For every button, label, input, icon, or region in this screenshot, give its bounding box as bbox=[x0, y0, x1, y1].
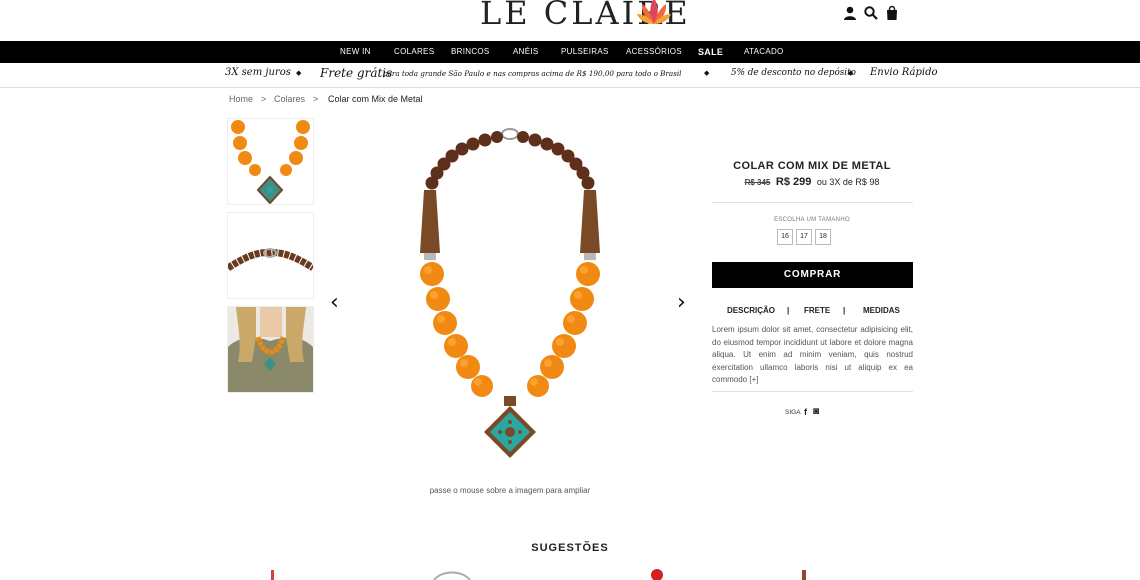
size-option-17[interactable]: 17 bbox=[796, 229, 812, 245]
price-block: R$ 345 R$ 299 ou 3X de R$ 98 bbox=[712, 176, 912, 188]
tab-descricao[interactable]: DESCRIÇÃO bbox=[727, 306, 775, 315]
breadcrumb-category[interactable]: Colares bbox=[274, 94, 305, 104]
size-label: ESCOLHA UM TAMANHO bbox=[774, 217, 850, 223]
nav-item-acessorios[interactable]: ACESSÓRIOS bbox=[626, 41, 682, 63]
promo-bar: 3X sem juros ◆ Frete grátis para toda gr… bbox=[0, 63, 1140, 88]
breadcrumb-separator: > bbox=[313, 94, 319, 104]
gallery-next-arrow[interactable]: › bbox=[677, 290, 686, 315]
promo-separator: ◆ bbox=[296, 70, 302, 77]
size-option-16[interactable]: 16 bbox=[777, 229, 793, 245]
instagram-icon[interactable]: ◙ bbox=[813, 406, 819, 417]
promo-shipping-title: Frete grátis bbox=[320, 66, 393, 80]
nav-item-atacado[interactable]: ATACADO bbox=[744, 41, 784, 63]
clasp-thumbnail-image bbox=[228, 248, 313, 271]
promo-fast-shipping: Envio Rápido bbox=[870, 67, 938, 78]
tab-medidas[interactable]: MEDIDAS bbox=[863, 306, 900, 315]
breadcrumb-current: Colar com Mix de Metal bbox=[328, 94, 423, 104]
tab-frete[interactable]: FRETE bbox=[804, 306, 830, 315]
suggestions-title: SUGESTÕES bbox=[531, 542, 609, 554]
promo-separator: ◆ bbox=[704, 70, 710, 77]
model-thumbnail-image bbox=[228, 307, 313, 392]
nav-item-brincos[interactable]: BRINCOS bbox=[451, 41, 490, 63]
gallery-prev-arrow[interactable]: ‹ bbox=[330, 290, 339, 315]
divider bbox=[712, 391, 913, 392]
product-title: COLAR COM MIX DE METAL bbox=[733, 160, 891, 172]
suggestion-product-4[interactable] bbox=[798, 568, 810, 580]
promo-shipping-detail: para toda grande São Paulo e nas compras… bbox=[383, 69, 682, 78]
suggestion-product-2[interactable] bbox=[432, 568, 472, 580]
nav-item-aneis[interactable]: ANÉIS bbox=[513, 41, 539, 63]
buy-button[interactable]: COMPRAR bbox=[712, 262, 913, 288]
breadcrumb-home[interactable]: Home bbox=[229, 94, 253, 104]
thumbnail-2[interactable] bbox=[227, 212, 314, 299]
nav-item-sale[interactable]: SALE bbox=[698, 41, 723, 63]
thumbnail-1[interactable] bbox=[227, 118, 314, 205]
product-description: Lorem ipsum dolor sit amet, consectetur … bbox=[712, 325, 913, 384]
bag-icon[interactable] bbox=[884, 5, 900, 21]
user-icon[interactable] bbox=[842, 5, 858, 21]
nav-item-colares[interactable]: COLARES bbox=[394, 41, 434, 63]
size-option-18[interactable]: 18 bbox=[815, 229, 831, 245]
tab-separator: | bbox=[787, 306, 790, 315]
old-price: R$ 345 bbox=[744, 178, 771, 187]
main-nav: NEW IN COLARES BRINCOS ANÉIS PULSEIRAS A… bbox=[0, 41, 1140, 63]
product-main-image[interactable] bbox=[370, 118, 650, 478]
tab-separator: | bbox=[843, 306, 846, 315]
zoom-hint: passe o mouse sobre a imagem para amplia… bbox=[429, 486, 591, 495]
suggestion-product-1[interactable] bbox=[266, 568, 280, 580]
nav-item-new-in[interactable]: NEW IN bbox=[340, 41, 371, 63]
lotus-logo-icon bbox=[637, 0, 671, 24]
divider bbox=[712, 202, 913, 203]
promo-installments: 3X sem juros bbox=[225, 67, 291, 78]
breadcrumb-separator: > bbox=[261, 94, 267, 104]
thumbnail-3[interactable] bbox=[227, 306, 314, 393]
current-price: R$ 299 bbox=[775, 176, 812, 188]
suggestion-product-3[interactable] bbox=[646, 567, 668, 580]
search-icon[interactable] bbox=[863, 5, 879, 21]
promo-separator: ◆ bbox=[848, 70, 854, 77]
promo-discount: 5% de desconto no depósito bbox=[731, 68, 856, 78]
follow-label: SIGA bbox=[785, 409, 801, 416]
facebook-icon[interactable]: f bbox=[804, 407, 807, 417]
nav-item-pulseiras[interactable]: PULSEIRAS bbox=[561, 41, 609, 63]
necklace-thumbnail-image bbox=[231, 120, 310, 204]
installment-price: ou 3X de R$ 98 bbox=[816, 177, 880, 187]
